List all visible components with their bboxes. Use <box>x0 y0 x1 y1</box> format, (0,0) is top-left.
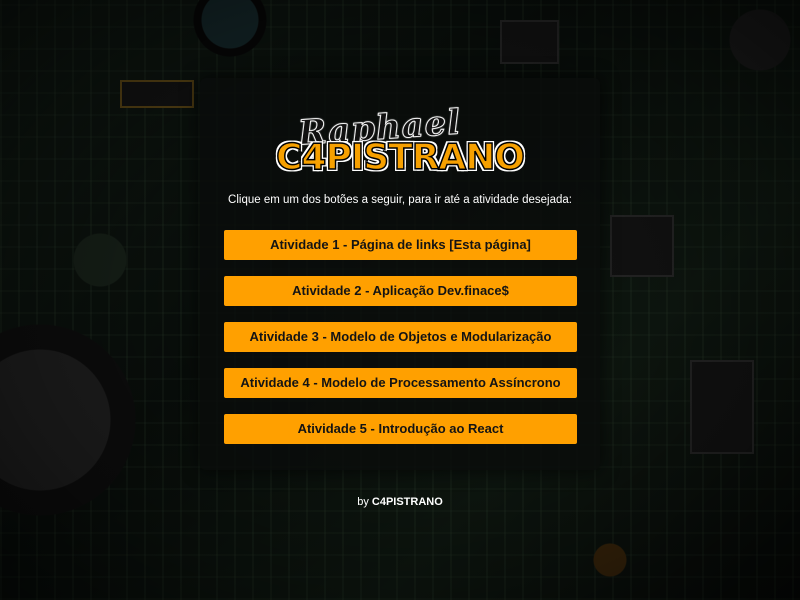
instruction-text: Clique em um dos botões a seguir, para i… <box>228 194 572 206</box>
logo-main-text: C4PISTRANO <box>275 137 526 179</box>
activity-3-button[interactable]: Atividade 3 - Modelo de Objetos e Modula… <box>224 322 577 352</box>
footer-prefix: by <box>357 496 372 508</box>
activity-1-button[interactable]: Atividade 1 - Página de links [Esta pági… <box>224 230 577 260</box>
activity-5-button[interactable]: Atividade 5 - Introdução ao React <box>224 414 577 444</box>
activity-2-button[interactable]: Atividade 2 - Aplicação Dev.finace$ <box>224 276 577 306</box>
footer-credit: by C4PISTRANO <box>200 496 600 508</box>
activity-button-list: Atividade 1 - Página de links [Esta pági… <box>224 230 577 460</box>
activity-4-button[interactable]: Atividade 4 - Modelo de Processamento As… <box>224 368 577 398</box>
logo: Raphael C4PISTRANO <box>262 102 538 188</box>
footer-author: C4PISTRANO <box>371 496 443 508</box>
